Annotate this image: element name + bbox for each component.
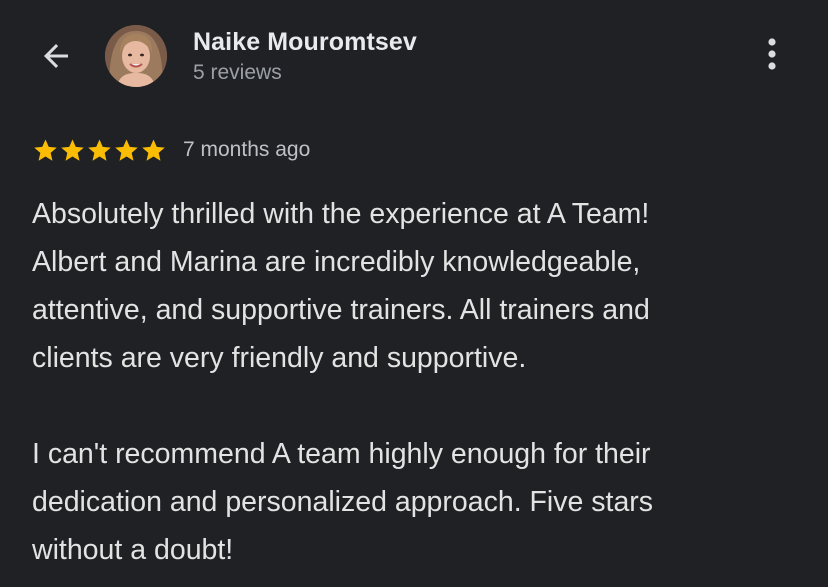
star-rating [32, 137, 167, 164]
review-count: 5 reviews [193, 61, 282, 84]
more-options-button[interactable] [752, 36, 792, 76]
reviewer-name[interactable]: Naike Mouromtsev [193, 27, 417, 57]
rating-row: 7 months ago [32, 134, 310, 166]
star-icon [142, 138, 165, 161]
review-text: Absolutely thrilled with the experience … [32, 190, 812, 574]
back-button[interactable] [36, 38, 76, 78]
avatar[interactable] [105, 25, 167, 87]
star-icon [61, 138, 84, 161]
more-vert-icon [767, 37, 777, 76]
review-date: 7 months ago [183, 138, 311, 161]
star-icon [34, 138, 57, 161]
review-paragraph: Absolutely thrilled with the experience … [32, 198, 650, 374]
star-icon [115, 138, 138, 161]
review-paragraph: I can't recommend A team highly enough f… [32, 438, 654, 566]
star-icon [88, 138, 111, 161]
arrow-left-icon [38, 38, 74, 79]
